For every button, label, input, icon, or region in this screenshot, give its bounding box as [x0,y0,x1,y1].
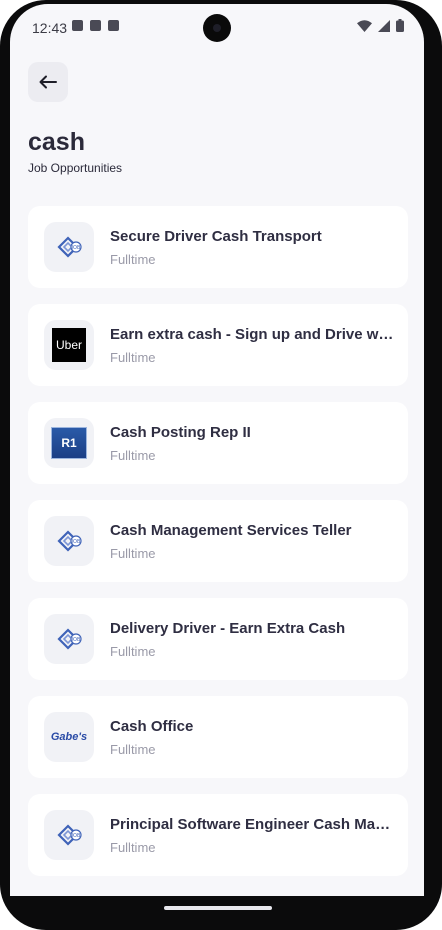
job-type: Fulltime [110,448,156,463]
arrow-left-icon [39,75,57,89]
job-title: Principal Software Engineer Cash Managem… [110,816,395,833]
sd-card-icon [108,20,119,31]
company-logo: JOB [44,614,94,664]
job-title: Secure Driver Cash Transport [110,228,322,245]
status-time: 12:43 [32,20,68,36]
job-icon: JOB [57,628,82,650]
page-title: cash [28,128,85,156]
camera-cutout [203,14,231,42]
svg-text:JOB: JOB [71,833,81,839]
company-logo: Uber [44,320,94,370]
status-icons-right [357,19,404,32]
job-title: Cash Management Services Teller [110,522,352,539]
home-indicator[interactable] [164,906,272,910]
uber-logo: Uber [52,328,86,362]
job-icon: JOB [57,824,82,846]
company-logo: R1 [44,418,94,468]
signal-icon [378,19,390,32]
company-logo: JOB [44,222,94,272]
battery-icon [396,19,404,32]
job-title: Cash Posting Rep II [110,424,251,441]
svg-text:JOB: JOB [71,539,81,545]
back-button[interactable] [28,62,68,102]
job-type: Fulltime [110,742,156,757]
job-title: Earn extra cash - Sign up and Drive with… [110,326,395,343]
company-logo: JOB [44,810,94,860]
job-card[interactable]: R1 Cash Posting Rep II Fulltime [28,402,408,484]
job-type: Fulltime [110,350,156,365]
job-icon: JOB [57,530,82,552]
svg-text:JOB: JOB [71,637,81,643]
app-icon [90,20,101,31]
job-type: Fulltime [110,546,156,561]
job-card[interactable]: Uber Earn extra cash - Sign up and Drive… [28,304,408,386]
job-type: Fulltime [110,644,156,659]
job-icon: JOB [57,236,82,258]
app-screen: 12:43 cash Job Opportunities JOB Secure … [10,4,424,896]
gabes-logo: Gabe's [50,731,88,743]
r1-logo: R1 [51,427,87,459]
job-card[interactable]: Gabe's Cash Office Fulltime [28,696,408,778]
status-icons-left [72,20,119,31]
job-list: JOB Secure Driver Cash Transport Fulltim… [28,206,408,892]
job-card[interactable]: JOB Cash Management Services Teller Full… [28,500,408,582]
job-title: Cash Office [110,718,194,735]
phone-frame: 12:43 cash Job Opportunities JOB Secure … [0,0,442,930]
job-title: Delivery Driver - Earn Extra Cash [110,620,346,637]
job-type: Fulltime [110,252,156,267]
company-logo: JOB [44,516,94,566]
svg-text:JOB: JOB [71,245,81,251]
wifi-icon [357,19,372,32]
status-bar: 12:43 [10,4,424,48]
job-card[interactable]: JOB Secure Driver Cash Transport Fulltim… [28,206,408,288]
page-subtitle: Job Opportunities [28,161,123,175]
company-logo: Gabe's [44,712,94,762]
job-card[interactable]: JOB Delivery Driver - Earn Extra Cash Fu… [28,598,408,680]
job-type: Fulltime [110,840,156,855]
job-card[interactable]: JOB Principal Software Engineer Cash Man… [28,794,408,876]
shield-icon [72,20,83,31]
